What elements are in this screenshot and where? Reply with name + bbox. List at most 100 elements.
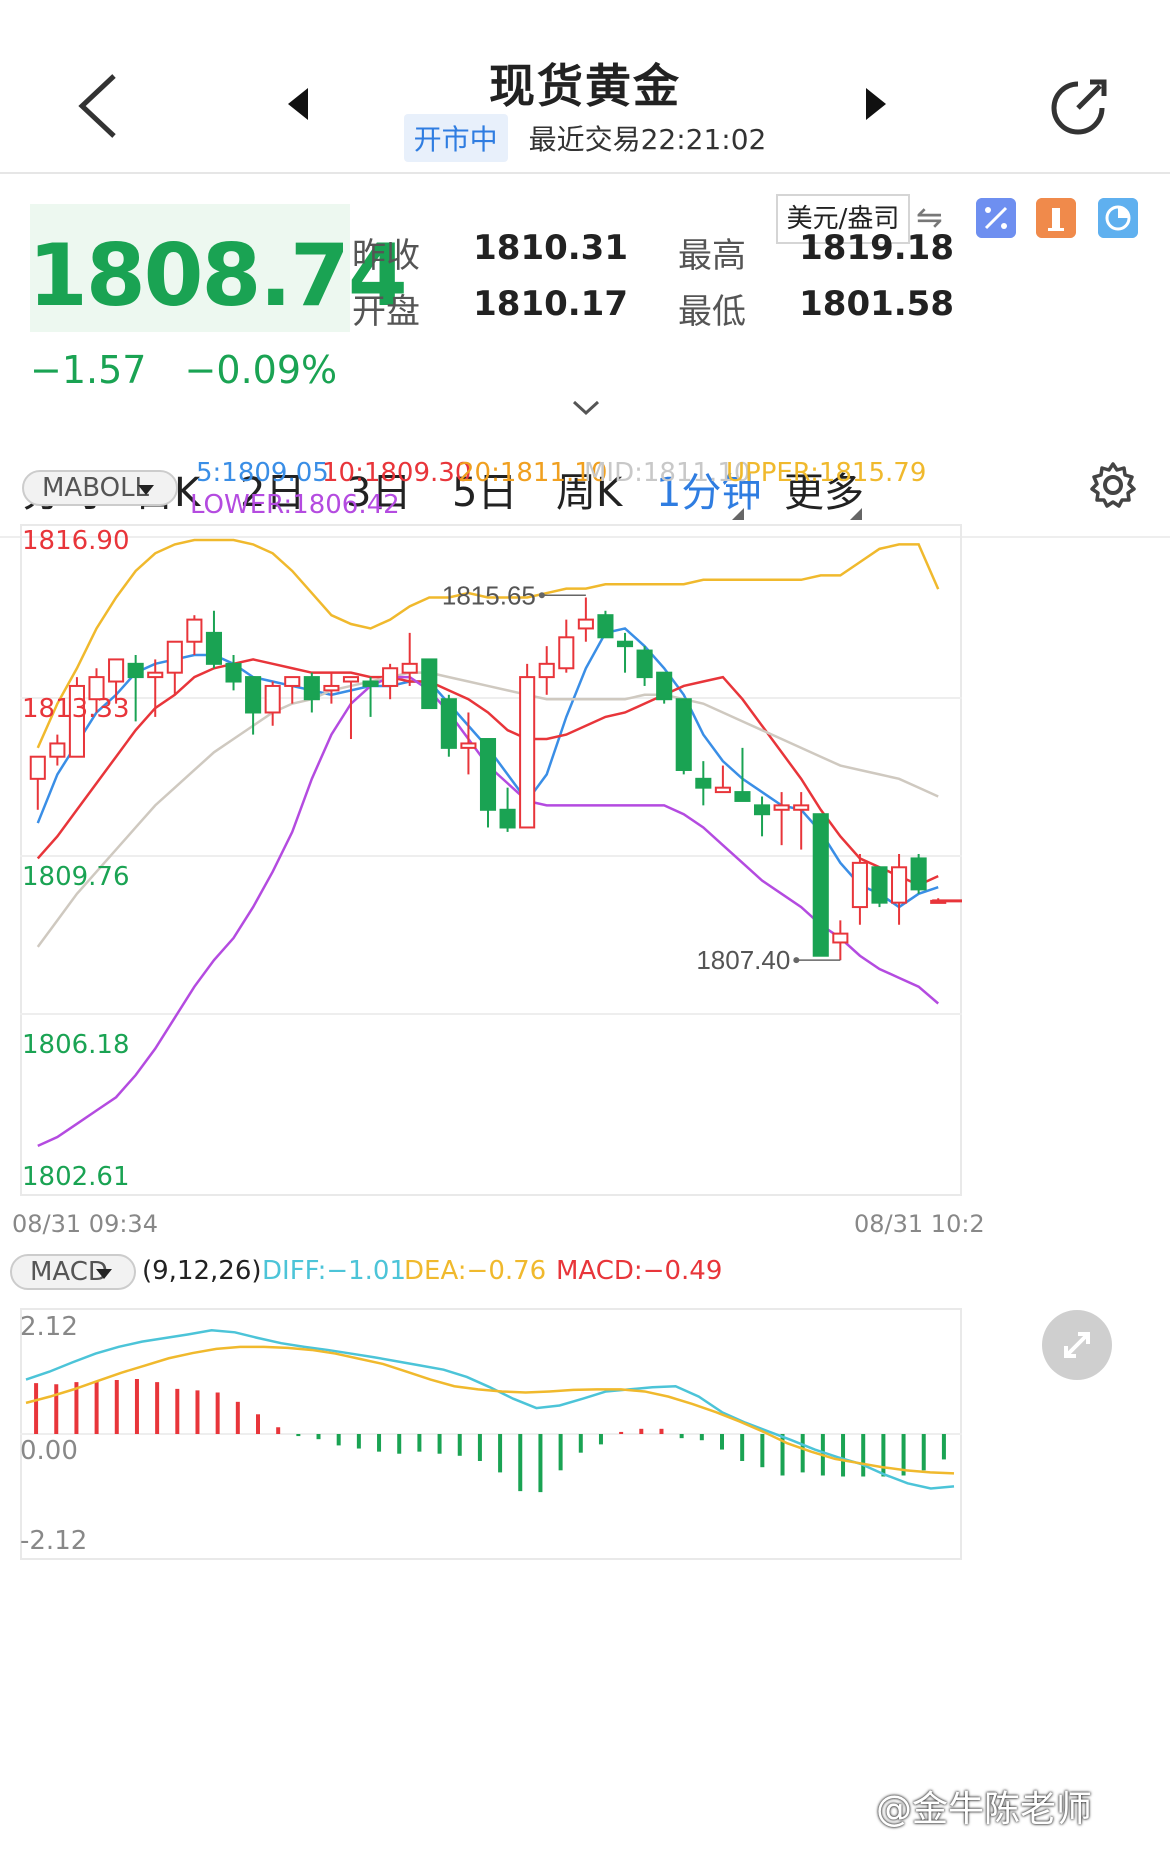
legend-lower: LOWER:1806.42 — [190, 490, 400, 520]
prev-close-label: 昨收 — [352, 236, 420, 276]
current-price: 1808.74 — [28, 226, 408, 326]
market-open-badge: 开市中 — [403, 114, 508, 162]
expand-arrows-icon — [1064, 1332, 1090, 1358]
dropdown-corner-icon — [850, 508, 862, 520]
macd-line-diff — [25, 1328, 955, 1490]
high-label: 最高 — [678, 236, 746, 276]
legend-diff: DIFF:−1.01 — [262, 1256, 407, 1286]
candle-body — [460, 742, 477, 749]
dropdown-triangle-icon — [138, 485, 154, 495]
candle-body — [832, 932, 849, 944]
open-value: 1810.17 — [473, 284, 628, 324]
fullscreen-toggle[interactable] — [1042, 1310, 1112, 1380]
candle-body — [108, 658, 125, 683]
dropdown-triangle-icon — [96, 1269, 112, 1279]
candle-body — [440, 698, 457, 749]
annotation-label: 1815.65 — [442, 580, 536, 610]
annotation-label: 1807.40 — [696, 945, 790, 975]
expand-chevron-icon[interactable] — [572, 400, 600, 416]
price-change-percent: −0.09% — [184, 348, 338, 392]
candle-body — [616, 640, 634, 648]
main-indicator-selector[interactable]: MABOLL — [22, 470, 178, 506]
candle-body — [421, 658, 438, 710]
next-instrument-icon[interactable] — [866, 88, 886, 120]
candle-body — [773, 804, 790, 811]
high-value: 1819.18 — [799, 228, 954, 268]
y-tick-label: 1813.33 — [22, 694, 130, 724]
candle-body — [577, 618, 594, 630]
candle-body — [597, 614, 614, 639]
y-tick-label: 1809.76 — [22, 862, 130, 892]
candle-body — [891, 866, 908, 904]
candle-body — [675, 698, 692, 771]
candle-body — [29, 755, 46, 780]
prev-close-value: 1810.31 — [473, 228, 628, 268]
candle-body — [205, 631, 223, 665]
sub-indicator-selector[interactable]: MACD — [10, 1254, 136, 1290]
candle-body — [303, 676, 320, 701]
candle-body — [362, 680, 379, 687]
low-value: 1801.58 — [799, 284, 954, 324]
candle-body — [49, 742, 66, 758]
legend-ma5: 5:1809.05 — [196, 458, 329, 488]
candle-body — [851, 861, 868, 909]
candle-body — [519, 676, 536, 829]
candlestick-chart[interactable]: 1815.65 1807.40 — [20, 524, 962, 1196]
candle-body — [793, 804, 810, 811]
candle-body — [558, 636, 575, 670]
last-trade-time: 最近交易22:21:02 — [528, 123, 767, 156]
candle-body — [166, 640, 183, 674]
page-title: 现货黄金 — [489, 59, 681, 113]
pie-chart-icon[interactable] — [1098, 198, 1138, 238]
time-axis-end: 08/31 10:2 — [854, 1210, 985, 1238]
dropdown-corner-icon — [732, 508, 744, 520]
candle-body — [323, 684, 340, 692]
candle-body — [147, 671, 164, 679]
candle-body — [479, 738, 497, 811]
candle-body — [186, 618, 203, 643]
candle-body — [656, 671, 673, 701]
top-navigation-bar: 现货黄金 开市中 最近交易22:21:02 — [0, 0, 1170, 174]
legend-upper: UPPER:1815.79 — [726, 458, 927, 488]
annotation-dot — [538, 592, 545, 599]
candle-body — [812, 813, 829, 957]
candle-body — [636, 649, 653, 679]
candle-body — [714, 786, 731, 794]
watermark-text: @金牛陈老师 — [876, 1789, 1093, 1830]
y-tick-label: 1816.90 — [22, 526, 130, 556]
y-tick-label: 1802.61 — [22, 1162, 130, 1192]
candle-body — [245, 676, 262, 714]
percent-tool-icon[interactable] — [976, 198, 1016, 238]
macd-params: (9,12,26) — [142, 1256, 262, 1286]
candle-body — [871, 866, 888, 904]
open-label: 开盘 — [352, 292, 420, 332]
macd-line-dea — [25, 1345, 955, 1475]
low-label: 最低 — [678, 292, 746, 332]
price-change: −1.57 — [30, 348, 147, 392]
annotation-dot — [793, 957, 800, 964]
candle-body — [225, 662, 242, 683]
legend-ma10: 10:1809.30 — [322, 458, 472, 488]
macd-chart[interactable] — [20, 1308, 962, 1560]
refresh-icon[interactable] — [1046, 76, 1110, 140]
macd-y-tick: 0.00 — [20, 1436, 78, 1466]
candle-body — [284, 676, 301, 687]
candle-body — [538, 662, 555, 679]
market-status-row: 开市中 最近交易22:21:02 — [0, 114, 1170, 162]
candle-body — [401, 662, 418, 674]
candle-body — [382, 667, 399, 687]
main-indicator-name: MABOLL — [42, 473, 150, 503]
macd-y-tick: -2.12 — [20, 1526, 88, 1556]
candle-body — [753, 804, 771, 816]
price-change-row: −1.57 −0.09% — [30, 348, 363, 392]
settings-gear-icon[interactable] — [1088, 460, 1138, 510]
candle-body — [499, 808, 516, 829]
candle-body — [695, 777, 712, 789]
time-axis-start: 08/31 09:34 — [12, 1210, 158, 1238]
candle-body — [342, 676, 360, 683]
lighthouse-icon[interactable] — [1036, 198, 1076, 238]
legend-macd: MACD:−0.49 — [556, 1256, 723, 1286]
macd-y-tick: 2.12 — [20, 1312, 78, 1342]
legend-dea: DEA:−0.76 — [404, 1256, 547, 1286]
candle-body — [734, 791, 751, 802]
